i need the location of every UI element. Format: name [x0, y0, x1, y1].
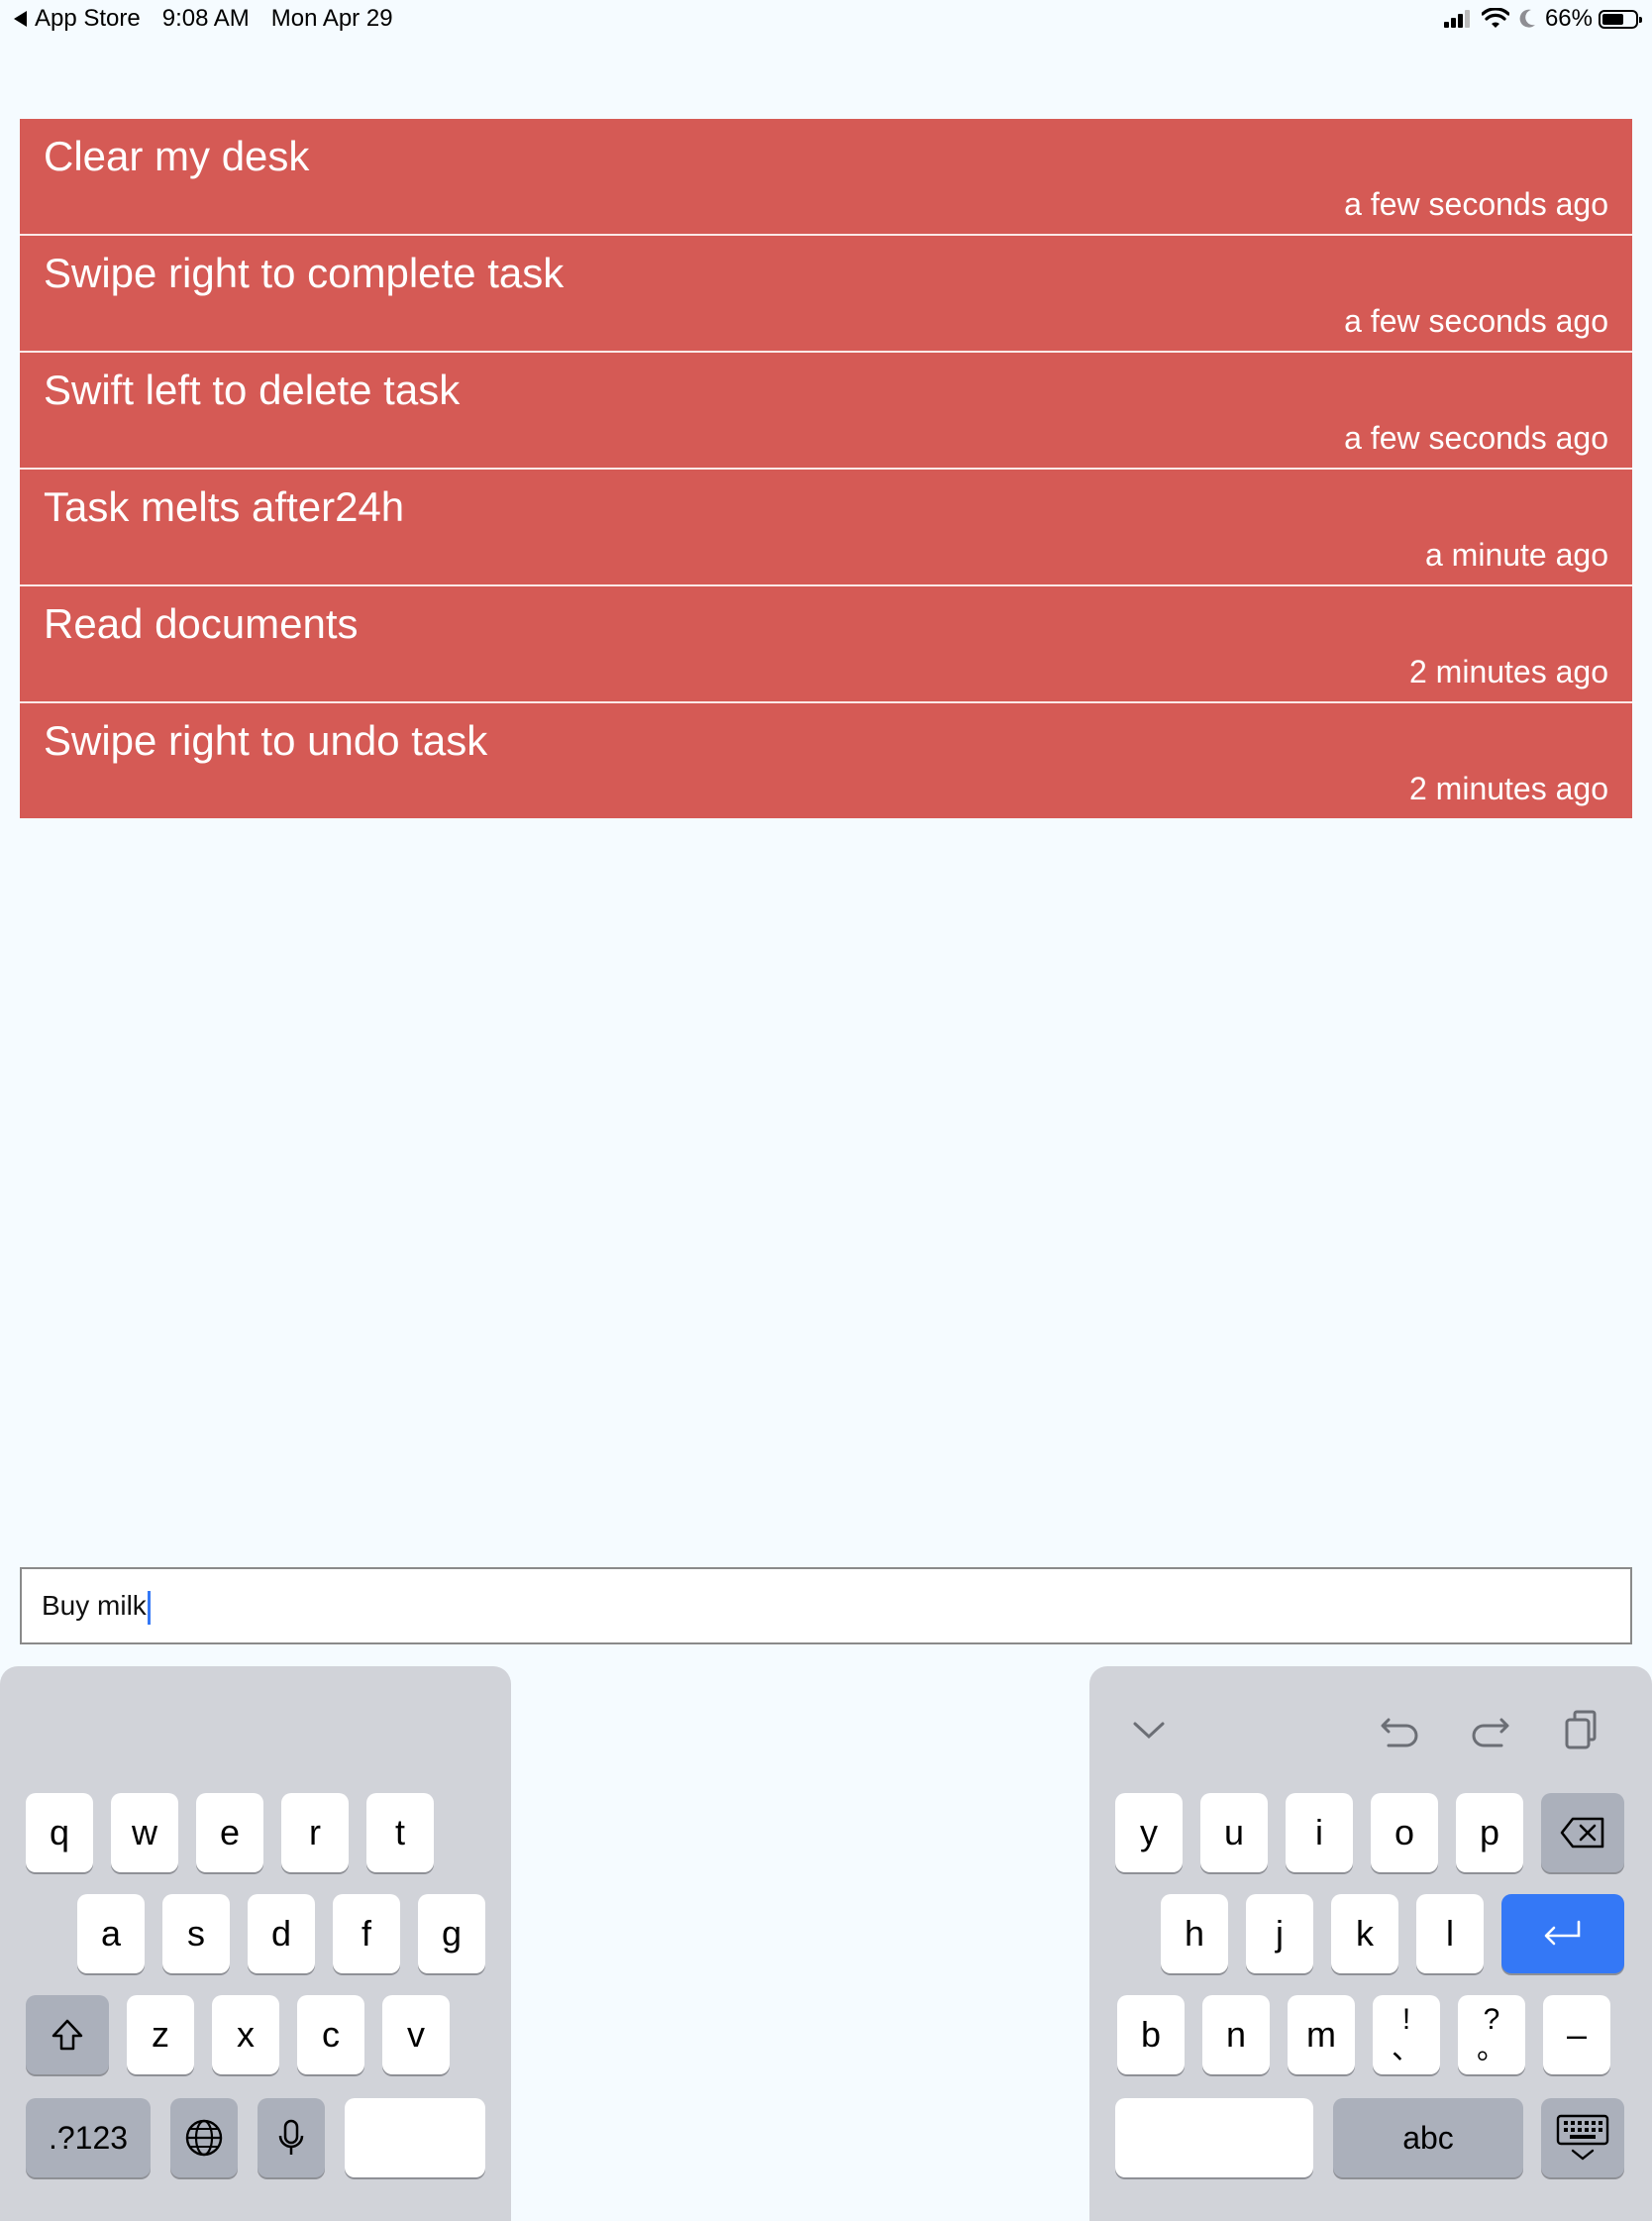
key-o[interactable]: o: [1371, 1793, 1438, 1872]
key-l[interactable]: l: [1416, 1894, 1484, 1973]
task-title: Swipe right to complete task: [44, 250, 565, 296]
key-s[interactable]: s: [162, 1894, 230, 1973]
task-item[interactable]: Swift left to delete task a few seconds a…: [20, 353, 1632, 470]
task-timestamp: 2 minutes ago: [1408, 654, 1608, 689]
task-timestamp: a few seconds ago: [1344, 186, 1608, 222]
key-exclamation[interactable]: !、: [1373, 1995, 1440, 2074]
shift-icon: [52, 2019, 83, 2051]
key-question-bottom: 。: [1477, 2033, 1506, 2065]
task-title: Read documents: [44, 600, 359, 647]
key-question[interactable]: ?。: [1458, 1995, 1525, 2074]
back-to-app-link[interactable]: App Store: [35, 5, 141, 33]
key-i[interactable]: i: [1286, 1793, 1353, 1872]
key-dash[interactable]: –: [1543, 1995, 1610, 2074]
dictation-key[interactable]: [258, 2098, 325, 2177]
paste-icon[interactable]: [1557, 1706, 1604, 1753]
abc-key[interactable]: abc: [1333, 2098, 1523, 2177]
task-item[interactable]: Task melts after24h a minute ago: [20, 470, 1632, 586]
key-exclamation-bottom: 、: [1392, 2033, 1421, 2065]
key-a[interactable]: a: [77, 1894, 145, 1973]
keyboard-right-half: y u i o p h j k l b n m !、 ?。 – abc: [1089, 1666, 1652, 2221]
key-h[interactable]: h: [1161, 1894, 1228, 1973]
battery-percent: 66%: [1544, 5, 1593, 32]
key-c[interactable]: c: [297, 1995, 364, 2074]
keyboard-settings-key[interactable]: [1541, 2098, 1624, 2177]
key-y[interactable]: y: [1115, 1793, 1183, 1872]
redo-icon[interactable]: [1466, 1706, 1513, 1753]
key-question-top: ?: [1483, 2003, 1500, 2036]
back-arrow-icon[interactable]: [14, 11, 27, 27]
dismiss-keyboard-icon[interactable]: [1125, 1706, 1173, 1753]
undo-icon[interactable]: [1377, 1706, 1424, 1753]
key-b[interactable]: b: [1117, 1995, 1185, 2074]
key-w[interactable]: w: [111, 1793, 178, 1872]
backspace-icon: [1560, 1817, 1604, 1849]
status-bar: App Store 9:08 AM Mon Apr 29 66%: [0, 0, 1652, 40]
key-z[interactable]: z: [127, 1995, 194, 2074]
task-title: Swipe right to undo task: [44, 717, 488, 764]
key-x[interactable]: x: [212, 1995, 279, 2074]
key-k[interactable]: k: [1331, 1894, 1398, 1973]
key-m[interactable]: m: [1288, 1995, 1355, 2074]
key-r[interactable]: r: [281, 1793, 349, 1872]
wifi-icon: [1481, 8, 1509, 28]
space-key-left[interactable]: [345, 2098, 485, 2177]
key-v[interactable]: v: [382, 1995, 450, 2074]
task-title: Task melts after24h: [44, 483, 405, 530]
task-list: Clear my desk a few seconds ago Swipe righ…: [20, 119, 1632, 818]
status-date: Mon Apr 29: [270, 5, 393, 32]
moon-icon: [1519, 9, 1535, 28]
key-q[interactable]: q: [26, 1793, 93, 1872]
numbers-key[interactable]: .?123: [26, 2098, 151, 2177]
key-p[interactable]: p: [1456, 1793, 1523, 1872]
key-t[interactable]: t: [366, 1793, 434, 1872]
key-n[interactable]: n: [1202, 1995, 1270, 2074]
key-exclamation-top: !: [1401, 2003, 1411, 2036]
key-j[interactable]: j: [1246, 1894, 1313, 1973]
key-e[interactable]: e: [196, 1793, 263, 1872]
task-timestamp: a minute ago: [1424, 537, 1608, 573]
task-timestamp: 2 minutes ago: [1408, 771, 1608, 806]
microphone-icon: [278, 2119, 304, 2155]
return-icon: [1544, 1920, 1581, 1946]
task-item[interactable]: Clear my desk a few seconds ago: [20, 119, 1632, 236]
key-g[interactable]: g: [418, 1894, 485, 1973]
task-title: Clear my desk: [44, 133, 310, 179]
keyboard-left-half: q w e r t a s d f g z x c v .?123: [0, 1666, 511, 2221]
space-key-right[interactable]: [1115, 2098, 1313, 2177]
key-d[interactable]: d: [248, 1894, 315, 1973]
new-task-input[interactable]: Buy milk: [20, 1567, 1632, 1644]
task-timestamp: a few seconds ago: [1344, 303, 1608, 339]
task-timestamp: a few seconds ago: [1344, 420, 1608, 456]
status-time: 9:08 AM: [161, 5, 250, 32]
keyboard-icon: [1556, 2114, 1609, 2161]
shift-key[interactable]: [26, 1995, 109, 2074]
task-item[interactable]: Swipe right to undo task 2 minutes ago: [20, 703, 1632, 818]
key-u[interactable]: u: [1200, 1793, 1268, 1872]
globe-icon: [185, 2119, 223, 2157]
task-item[interactable]: Read documents 2 minutes ago: [20, 586, 1632, 703]
task-title: Swift left to delete task: [44, 367, 461, 413]
new-task-input-value: Buy milk: [42, 1590, 147, 1621]
return-key[interactable]: [1501, 1894, 1624, 1973]
globe-key[interactable]: [170, 2098, 238, 2177]
text-cursor: [147, 1590, 151, 1625]
task-item[interactable]: Swipe right to complete task a few second…: [20, 236, 1632, 353]
backspace-key[interactable]: [1541, 1793, 1624, 1872]
signal-icon: [1443, 10, 1472, 28]
key-f[interactable]: f: [333, 1894, 400, 1973]
battery-icon: [1599, 9, 1642, 29]
